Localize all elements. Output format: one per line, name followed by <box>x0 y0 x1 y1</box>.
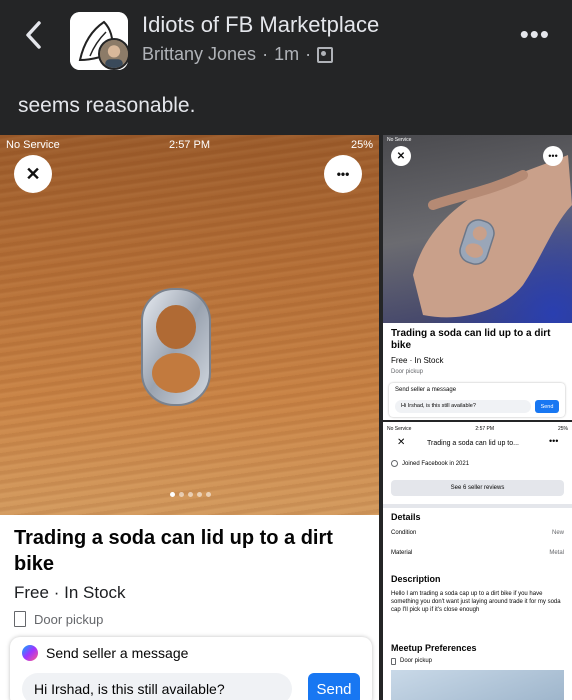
meetup-row: Door pickup <box>391 658 564 665</box>
map-preview[interactable] <box>391 670 564 700</box>
meetup-heading: Meetup Preferences <box>391 643 477 653</box>
pager-dot <box>179 492 184 497</box>
send-button[interactable]: Send <box>308 673 360 700</box>
section-divider <box>383 504 572 508</box>
post-caption: seems reasonable. <box>18 94 196 117</box>
more-button[interactable]: ••• <box>543 146 563 166</box>
meetup-value: Door pickup <box>400 658 433 664</box>
close-icon: ✕ <box>25 163 41 184</box>
material-value: Metal <box>549 550 564 556</box>
listing-price: Free <box>14 583 49 602</box>
hand-photo-icon <box>413 155 572 318</box>
avatar[interactable] <box>98 38 130 70</box>
material-row: Material Metal <box>391 550 564 556</box>
messenger-icon <box>22 645 38 661</box>
pager-dot <box>206 492 211 497</box>
pickup-row: Door pickup <box>14 611 365 627</box>
description-text: Hello I am trading a soda cap up to a di… <box>391 591 561 613</box>
message-heading: Send seller a message <box>395 387 457 393</box>
close-button[interactable]: ✕ <box>391 146 411 166</box>
soda-tab-icon <box>141 288 211 406</box>
message-input[interactable]: Hi Irshad, is this still available? <box>22 673 292 700</box>
door-icon <box>14 611 26 627</box>
secondary-screenshot-bottom[interactable]: No Service 2:57 PM 25% ✕ Trading a soda … <box>383 422 572 700</box>
more-icon: ••• <box>548 151 558 161</box>
status-bar: No Service <box>387 137 412 143</box>
listing-price-stock: Free · In Stock <box>391 356 444 365</box>
back-button[interactable] <box>20 18 46 52</box>
more-button[interactable]: ••• <box>324 155 362 193</box>
post-meta: Brittany Jones · 1m · <box>142 44 334 65</box>
carrier-text: No Service <box>387 426 412 432</box>
message-heading-label: Send seller a message <box>46 645 189 661</box>
door-icon <box>391 658 396 665</box>
group-name[interactable]: Idiots of FB Marketplace <box>142 12 379 38</box>
condition-label: Condition <box>391 530 417 536</box>
nav-title: Trading a soda can lid up to... <box>427 440 519 447</box>
more-icon: ••• <box>336 167 350 181</box>
send-button[interactable]: Send <box>535 400 559 413</box>
more-options-button[interactable]: ••• <box>520 21 550 47</box>
seller-joined: Joined Facebook in 2021 <box>391 460 469 467</box>
post-time[interactable]: 1m <box>274 44 299 65</box>
description-heading: Description <box>391 574 441 584</box>
message-card: Send seller a message Hi Irshad, is this… <box>389 383 565 417</box>
author-name[interactable]: Brittany Jones <box>142 44 256 65</box>
status-bar: No Service 2:57 PM 25% <box>387 426 568 432</box>
condition-value: New <box>551 530 564 536</box>
listing-price-stock: Free · In Stock <box>14 583 365 603</box>
details-heading: Details <box>391 512 421 522</box>
listing-stock: In Stock <box>64 583 126 602</box>
status-time: 2:57 PM <box>169 139 210 151</box>
status-time: 2:57 PM <box>475 426 495 432</box>
globe-icon <box>391 460 398 467</box>
meta-separator: · <box>262 44 269 64</box>
message-card: Send seller a message Hi Irshad, is this… <box>10 637 372 700</box>
more-icon[interactable]: ••• <box>549 436 558 446</box>
meta-separator: · <box>305 44 312 64</box>
listing-nav-bar: ✕ Trading a soda can lid up to... ••• <box>383 436 572 454</box>
listing-details: Trading a soda can lid up to a dirt bike… <box>0 515 379 637</box>
user-photo-icon <box>100 40 128 68</box>
listing-title: Trading a soda can lid up to a dirt bike <box>14 527 333 575</box>
main-screenshot[interactable]: No Service 2:57 PM 25% ✕ ••• Trading a s… <box>0 135 379 700</box>
secondary-screenshot-top[interactable]: No Service ✕ ••• Trading a soda can lid … <box>383 135 572 420</box>
message-input[interactable]: Hi Irshad, is this still available? <box>395 400 531 413</box>
post-header: Idiots of FB Marketplace Brittany Jones … <box>0 0 572 84</box>
friends-icon <box>317 46 334 63</box>
listing-title: Trading a soda can lid up to a dirt bike <box>391 328 551 351</box>
listing-details: Trading a soda can lid up to a dirt bike… <box>391 328 566 375</box>
battery-text: 25% <box>557 426 568 432</box>
close-button[interactable]: ✕ <box>14 155 52 193</box>
chevron-left-icon <box>26 21 41 49</box>
pickup-label: Door pickup <box>391 369 424 375</box>
hand-photo: No Service ✕ ••• <box>383 135 572 323</box>
listing-photo: No Service 2:57 PM 25% ✕ ••• <box>0 135 379 515</box>
close-icon[interactable]: ✕ <box>397 437 405 448</box>
material-label: Material <box>391 550 413 556</box>
meta-separator: · <box>53 583 60 602</box>
status-bar: No Service 2:57 PM 25% <box>0 135 379 155</box>
joined-text: Joined Facebook in 2021 <box>402 460 470 467</box>
photo-pager[interactable] <box>170 492 211 497</box>
message-heading: Send seller a message <box>22 645 188 661</box>
seller-reviews-button[interactable]: See 6 seller reviews <box>391 480 564 496</box>
condition-row[interactable]: Condition New <box>391 530 564 536</box>
close-icon: ✕ <box>396 150 406 162</box>
pickup-label: Door pickup <box>34 611 104 627</box>
pager-dot <box>197 492 202 497</box>
pager-dot <box>170 492 175 497</box>
pager-dot <box>188 492 193 497</box>
